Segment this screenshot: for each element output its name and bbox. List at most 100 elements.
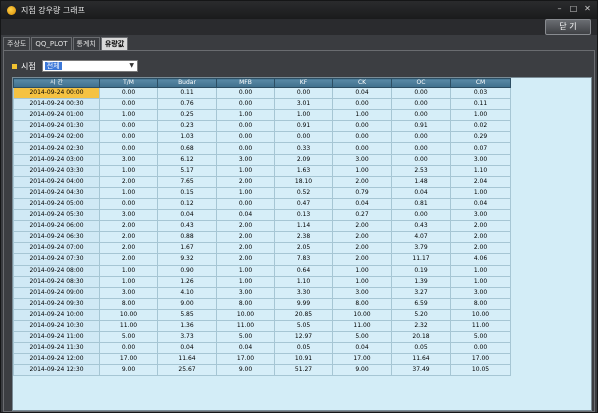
value-cell[interactable]: 9.00: [99, 364, 158, 377]
value-cell[interactable]: 5.00: [332, 331, 392, 344]
value-cell[interactable]: 2.09: [274, 153, 333, 166]
value-cell[interactable]: 1.00: [99, 164, 158, 177]
value-cell[interactable]: 0.04: [157, 209, 217, 222]
value-cell[interactable]: 2.00: [216, 220, 275, 233]
value-cell[interactable]: 3.00: [99, 209, 158, 222]
value-cell[interactable]: 2.00: [450, 231, 511, 244]
value-cell[interactable]: 1.48: [391, 175, 451, 188]
value-cell[interactable]: 0.00: [99, 98, 158, 111]
table-row[interactable]: 2014-09-24 05:00 0.00 0.12 0.00 0.47 0.04 0.81…: [13, 197, 511, 211]
table-row[interactable]: 2014-09-24 10:30 11.00 1.36 11.00 5.05 11.00 2…: [13, 319, 511, 333]
value-cell[interactable]: 1.10: [450, 164, 511, 177]
time-select[interactable]: 전체 ▼: [41, 60, 138, 72]
table-row[interactable]: 2014-09-24 08:30 1.00 1.26 1.00 1.10 1.00 1.39…: [13, 275, 511, 288]
value-cell[interactable]: 1.63: [274, 164, 333, 177]
value-cell[interactable]: 3.00: [450, 209, 511, 222]
value-cell[interactable]: 0.00: [391, 153, 451, 166]
value-cell[interactable]: 1.00: [99, 264, 158, 277]
value-cell[interactable]: 0.12: [157, 197, 217, 211]
value-cell[interactable]: 2.00: [99, 175, 158, 188]
value-cell[interactable]: 0.00: [391, 86, 451, 100]
value-cell[interactable]: 0.27: [332, 209, 392, 222]
table-row[interactable]: 2014-09-24 02:30 0.00 0.68 0.00 0.33 0.00 0.00…: [13, 142, 511, 155]
value-cell[interactable]: 2.00: [99, 253, 158, 266]
row-time-cell[interactable]: 2014-09-24 04:00: [13, 175, 100, 188]
tab-statistics[interactable]: 통계치: [72, 37, 100, 50]
value-cell[interactable]: 0.00: [391, 209, 451, 222]
value-cell[interactable]: 9.99: [274, 297, 333, 310]
table-row[interactable]: 2014-09-24 00:00 0.00 0.11 0.00 0.00 0.04 0.00…: [13, 86, 511, 100]
table-row[interactable]: 2014-09-24 07:30 2.00 9.32 2.00 7.83 2.00 11.1…: [13, 253, 511, 266]
value-cell[interactable]: 3.00: [332, 286, 392, 299]
row-time-cell[interactable]: 2014-09-24 07:30: [13, 253, 100, 266]
value-cell[interactable]: 5.17: [157, 164, 217, 177]
value-cell[interactable]: 11.00: [450, 319, 511, 333]
value-cell[interactable]: 1.00: [216, 109, 275, 122]
value-cell[interactable]: 0.00: [391, 98, 451, 111]
value-cell[interactable]: 1.00: [216, 275, 275, 288]
close-button[interactable]: 닫 기: [545, 19, 591, 35]
value-cell[interactable]: 0.47: [274, 197, 333, 211]
value-cell[interactable]: 0.90: [157, 264, 217, 277]
value-cell[interactable]: 0.00: [391, 109, 451, 122]
value-cell[interactable]: 4.10: [157, 286, 217, 299]
value-cell[interactable]: 1.00: [450, 264, 511, 277]
value-cell[interactable]: 9.00: [216, 364, 275, 377]
value-cell[interactable]: 2.00: [216, 242, 275, 255]
data-grid[interactable]: 시 간 T/M Budar MFB KF CK OC CM 2014-09-24 00:00 0…: [12, 77, 592, 411]
col-tm-header[interactable]: T/M: [99, 78, 158, 88]
value-cell[interactable]: 5.20: [391, 308, 451, 321]
tab-flow-values[interactable]: 유량값: [100, 37, 129, 50]
table-row[interactable]: 2014-09-24 09:00 3.00 4.10 3.00 3.30 3.00 3.27…: [13, 286, 511, 299]
value-cell[interactable]: 0.05: [391, 342, 451, 355]
value-cell[interactable]: 9.32: [157, 253, 217, 266]
value-cell[interactable]: 2.00: [450, 242, 511, 255]
row-time-cell[interactable]: 2014-09-24 00:30: [13, 98, 100, 111]
table-row[interactable]: 2014-09-24 01:00 1.00 0.25 1.00 1.00 1.00 0.00…: [13, 109, 511, 122]
value-cell[interactable]: 10.91: [274, 353, 333, 366]
value-cell[interactable]: 8.00: [332, 297, 392, 310]
value-cell[interactable]: 1.00: [99, 275, 158, 288]
value-cell[interactable]: 2.00: [216, 253, 275, 266]
value-cell[interactable]: 0.04: [450, 197, 511, 211]
table-row[interactable]: 2014-09-24 08:00 1.00 0.90 1.00 0.64 1.00 0.19…: [13, 264, 511, 277]
value-cell[interactable]: 2.00: [332, 231, 392, 244]
value-cell[interactable]: 2.32: [391, 319, 451, 333]
value-cell[interactable]: 3.00: [450, 286, 511, 299]
row-time-cell[interactable]: 2014-09-24 03:00: [13, 153, 100, 166]
value-cell[interactable]: 1.26: [157, 275, 217, 288]
close-window-icon[interactable]: ✕: [582, 4, 593, 15]
value-cell[interactable]: 0.00: [450, 342, 511, 355]
row-time-cell[interactable]: 2014-09-24 11:00: [13, 331, 100, 344]
value-cell[interactable]: 3.00: [99, 286, 158, 299]
value-cell[interactable]: 2.04: [450, 175, 511, 188]
value-cell[interactable]: 11.00: [99, 319, 158, 333]
value-cell[interactable]: 0.05: [274, 342, 333, 355]
value-cell[interactable]: 51.27: [274, 364, 333, 377]
value-cell[interactable]: 2.00: [99, 242, 158, 255]
col-time-header[interactable]: 시 간: [13, 78, 100, 88]
value-cell[interactable]: 5.00: [216, 331, 275, 344]
value-cell[interactable]: 20.85: [274, 308, 333, 321]
value-cell[interactable]: 2.05: [274, 242, 333, 255]
value-cell[interactable]: 2.00: [332, 242, 392, 255]
value-cell[interactable]: 0.04: [332, 86, 392, 100]
row-time-cell[interactable]: 2014-09-24 02:30: [13, 142, 100, 155]
value-cell[interactable]: 2.38: [274, 231, 333, 244]
table-row[interactable]: 2014-09-24 04:00 2.00 7.65 2.00 18.10 2.00 1.4…: [13, 175, 511, 188]
value-cell[interactable]: 1.36: [157, 319, 217, 333]
value-cell[interactable]: 8.00: [450, 297, 511, 310]
value-cell[interactable]: 11.17: [391, 253, 451, 266]
value-cell[interactable]: 0.00: [332, 120, 392, 133]
col-cm-header[interactable]: CM: [450, 78, 511, 88]
value-cell[interactable]: 3.79: [391, 242, 451, 255]
value-cell[interactable]: 0.00: [274, 131, 333, 144]
value-cell[interactable]: 0.43: [157, 220, 217, 233]
value-cell[interactable]: 3.73: [157, 331, 217, 344]
value-cell[interactable]: 0.00: [391, 131, 451, 144]
value-cell[interactable]: 1.39: [391, 275, 451, 288]
value-cell[interactable]: 0.88: [157, 231, 217, 244]
row-time-cell[interactable]: 2014-09-24 12:00: [13, 353, 100, 366]
table-row[interactable]: 2014-09-24 04:30 1.00 0.15 1.00 0.52 0.79 0.04…: [13, 186, 511, 199]
value-cell[interactable]: 11.00: [216, 319, 275, 333]
